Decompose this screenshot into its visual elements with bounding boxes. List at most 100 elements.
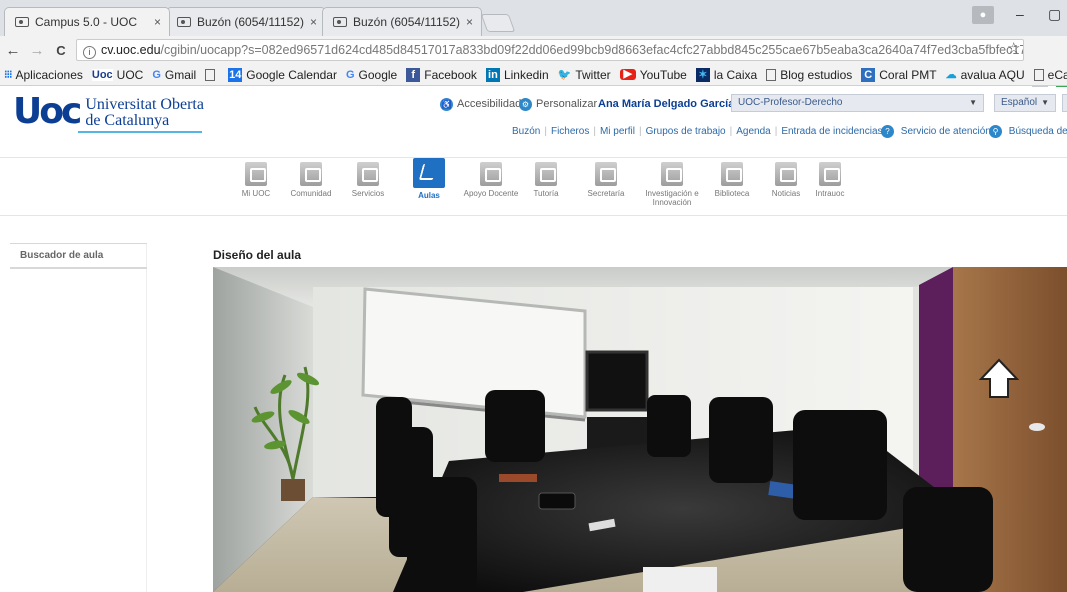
nav-investigacion[interactable]: Investigación e Innovación: [642, 162, 702, 207]
url-host: cv.uoc.edu: [101, 43, 161, 57]
bookmark-uoc[interactable]: Uoc UOC: [91, 68, 143, 82]
user-name[interactable]: Ana María Delgado García: [598, 94, 734, 114]
browser-tab-campus[interactable]: Campus 5.0 - UOC ×: [4, 7, 170, 36]
bookmark-label: eCatalunya: [1047, 67, 1067, 82]
nav-comunidad[interactable]: Comunidad: [281, 162, 341, 198]
accesibilidad-link[interactable]: ♿ Accesibilidad: [440, 94, 521, 114]
bookmark-coral-pmt[interactable]: C Coral PMT: [861, 67, 937, 82]
bookmark-label: Facebook: [424, 67, 477, 82]
minimize-button[interactable]: –: [1016, 6, 1024, 22]
nav-servicios[interactable]: Servicios: [338, 162, 398, 198]
bookmark-twitter[interactable]: 🐦 Twitter: [558, 68, 611, 82]
services-icon: [357, 162, 379, 186]
google-icon: G: [152, 68, 161, 81]
back-button[interactable]: ←: [2, 42, 24, 59]
sidebar-item-buscador-aula[interactable]: Buscador de aula: [10, 243, 147, 269]
bookmark-facebook[interactable]: f Facebook: [406, 67, 477, 82]
header-link-buzón[interactable]: Buzón: [512, 126, 540, 137]
servicio-label: Servicio de atención: [900, 126, 991, 137]
profile-select[interactable]: UOC-Profesor-Derecho ▼: [731, 94, 984, 112]
header-link-grupos-de-trabajo[interactable]: Grupos de trabajo: [646, 126, 726, 137]
page-favicon-icon: [333, 17, 347, 27]
bookmark-la-caixa[interactable]: ✶ la Caixa: [695, 67, 757, 82]
header-link-entrada-de-incidencias[interactable]: Entrada de incidencias: [781, 126, 882, 137]
page-icon: [766, 68, 777, 81]
plant-pot: [281, 479, 305, 501]
conference-phone: [538, 492, 576, 510]
bookmark-blog-estudios[interactable]: Blog estudios: [766, 68, 852, 82]
nav-tutoria[interactable]: Tutoría: [516, 162, 576, 198]
close-tab-icon[interactable]: ×: [310, 15, 317, 29]
uoc-logo[interactable]: Uoc Universitat Oberta de Catalunya: [13, 94, 204, 130]
tab-title: Buzón (6054/11152): [197, 15, 304, 29]
sidebar: Buscador de aula: [10, 243, 147, 592]
chevron-down-icon: ▼: [1041, 98, 1049, 107]
nav-label: Aulas: [418, 191, 440, 200]
site-info-icon[interactable]: i: [83, 46, 96, 59]
personalizar-label: Personalizar: [536, 98, 598, 110]
tab-title: Buzón (6054/11152): [353, 15, 460, 29]
bookmark-page[interactable]: [205, 68, 219, 81]
profile-select-value: UOC-Profesor-Derecho: [738, 97, 843, 108]
uoc-icon: Uoc: [91, 68, 113, 81]
nav-label: Tutoría: [533, 189, 559, 198]
support-icon: [480, 162, 502, 186]
bookmark-youtube[interactable]: ▶ YouTube: [619, 68, 687, 82]
nav-label: Mi UOC: [241, 189, 271, 198]
tutoring-icon: [535, 162, 557, 186]
classroom-icon: [413, 158, 445, 188]
personalizar-link[interactable]: ⚙ Personalizar: [519, 94, 597, 114]
classroom-3d-view[interactable]: [213, 267, 1067, 592]
language-select[interactable]: Español ▼: [994, 94, 1056, 112]
bookmark-star-icon[interactable]: ☆: [1007, 39, 1020, 57]
page-favicon-icon: [15, 17, 29, 27]
restore-button[interactable]: ▢: [1048, 6, 1061, 23]
accessibility-icon: ♿: [440, 97, 453, 111]
nav-label: Intrauoc: [815, 189, 845, 198]
busqueda-link[interactable]: ⚲ Búsqueda de pe: [989, 125, 1067, 139]
intranet-icon: [819, 162, 841, 186]
lacaixa-icon: ✶: [695, 67, 710, 82]
browser-tab-buzon-2[interactable]: Buzón (6054/11152) ×: [322, 7, 482, 36]
nav-biblioteca[interactable]: Biblioteca: [702, 162, 762, 198]
bookmark-google-calendar[interactable]: 14 Google Calendar: [228, 67, 337, 82]
nav-label: Comunidad: [290, 189, 332, 198]
bookmark-label: avalua AQU: [960, 67, 1025, 82]
servicio-atencion-link[interactable]: ? Servicio de atención: [881, 125, 991, 139]
bookmark-ecatalunya[interactable]: eCatalunya: [1033, 67, 1067, 82]
nav-mi-uoc[interactable]: Mi UOC: [226, 162, 286, 198]
language-select-value: Español: [1001, 97, 1038, 108]
bookmark-gmail[interactable]: G Gmail: [152, 68, 196, 82]
research-icon: [661, 162, 683, 186]
nav-aulas[interactable]: Aulas: [399, 158, 459, 200]
bookmark-google[interactable]: G Google: [346, 68, 397, 82]
bookmark-linkedin[interactable]: in Linkedin: [485, 67, 549, 82]
forward-button[interactable]: →: [26, 42, 48, 59]
nav-label: Investigación e Innovación: [645, 189, 699, 207]
paper-sheet: [643, 567, 717, 592]
nav-intrauoc[interactable]: Intrauoc: [800, 162, 860, 198]
nav-secretaria[interactable]: Secretaría: [576, 162, 636, 198]
browser-tab-buzon-1[interactable]: Buzón (6054/11152) ×: [166, 7, 326, 36]
library-icon: [721, 162, 743, 186]
bookmark-aplicaciones[interactable]: ⁝⁝⁝ Aplicaciones: [4, 68, 83, 82]
user-links: Buzón | Ficheros | Mi perfil | Grupos de traba…: [512, 125, 883, 139]
address-bar[interactable]: i cv.uoc.edu/cgibin/uocapp?s=082ed96571d6…: [76, 39, 1024, 61]
close-tab-icon[interactable]: ×: [154, 15, 161, 29]
bookmark-avalua-aqu[interactable]: ☁ avalua AQU: [946, 68, 1025, 82]
header-link-ficheros[interactable]: Ficheros: [551, 126, 589, 137]
page-favicon-icon: [177, 17, 191, 27]
search-box-edge[interactable]: [1062, 94, 1067, 112]
header-link-agenda[interactable]: Agenda: [736, 126, 770, 137]
nav-label: Noticias: [771, 189, 801, 198]
tab-strip: Campus 5.0 - UOC × Buzón (6054/11152) × …: [0, 0, 1067, 36]
close-tab-icon[interactable]: ×: [466, 15, 473, 29]
nav-apoyo-docente[interactable]: Apoyo Docente: [461, 162, 521, 198]
page-icon: [1033, 68, 1044, 81]
new-tab-button[interactable]: [480, 14, 516, 32]
header-link-mi-perfil[interactable]: Mi perfil: [600, 126, 635, 137]
profile-icon[interactable]: ●: [972, 6, 994, 24]
secretary-icon: [595, 162, 617, 186]
tab-title: Campus 5.0 - UOC: [35, 15, 138, 29]
reload-button[interactable]: C: [50, 43, 72, 58]
